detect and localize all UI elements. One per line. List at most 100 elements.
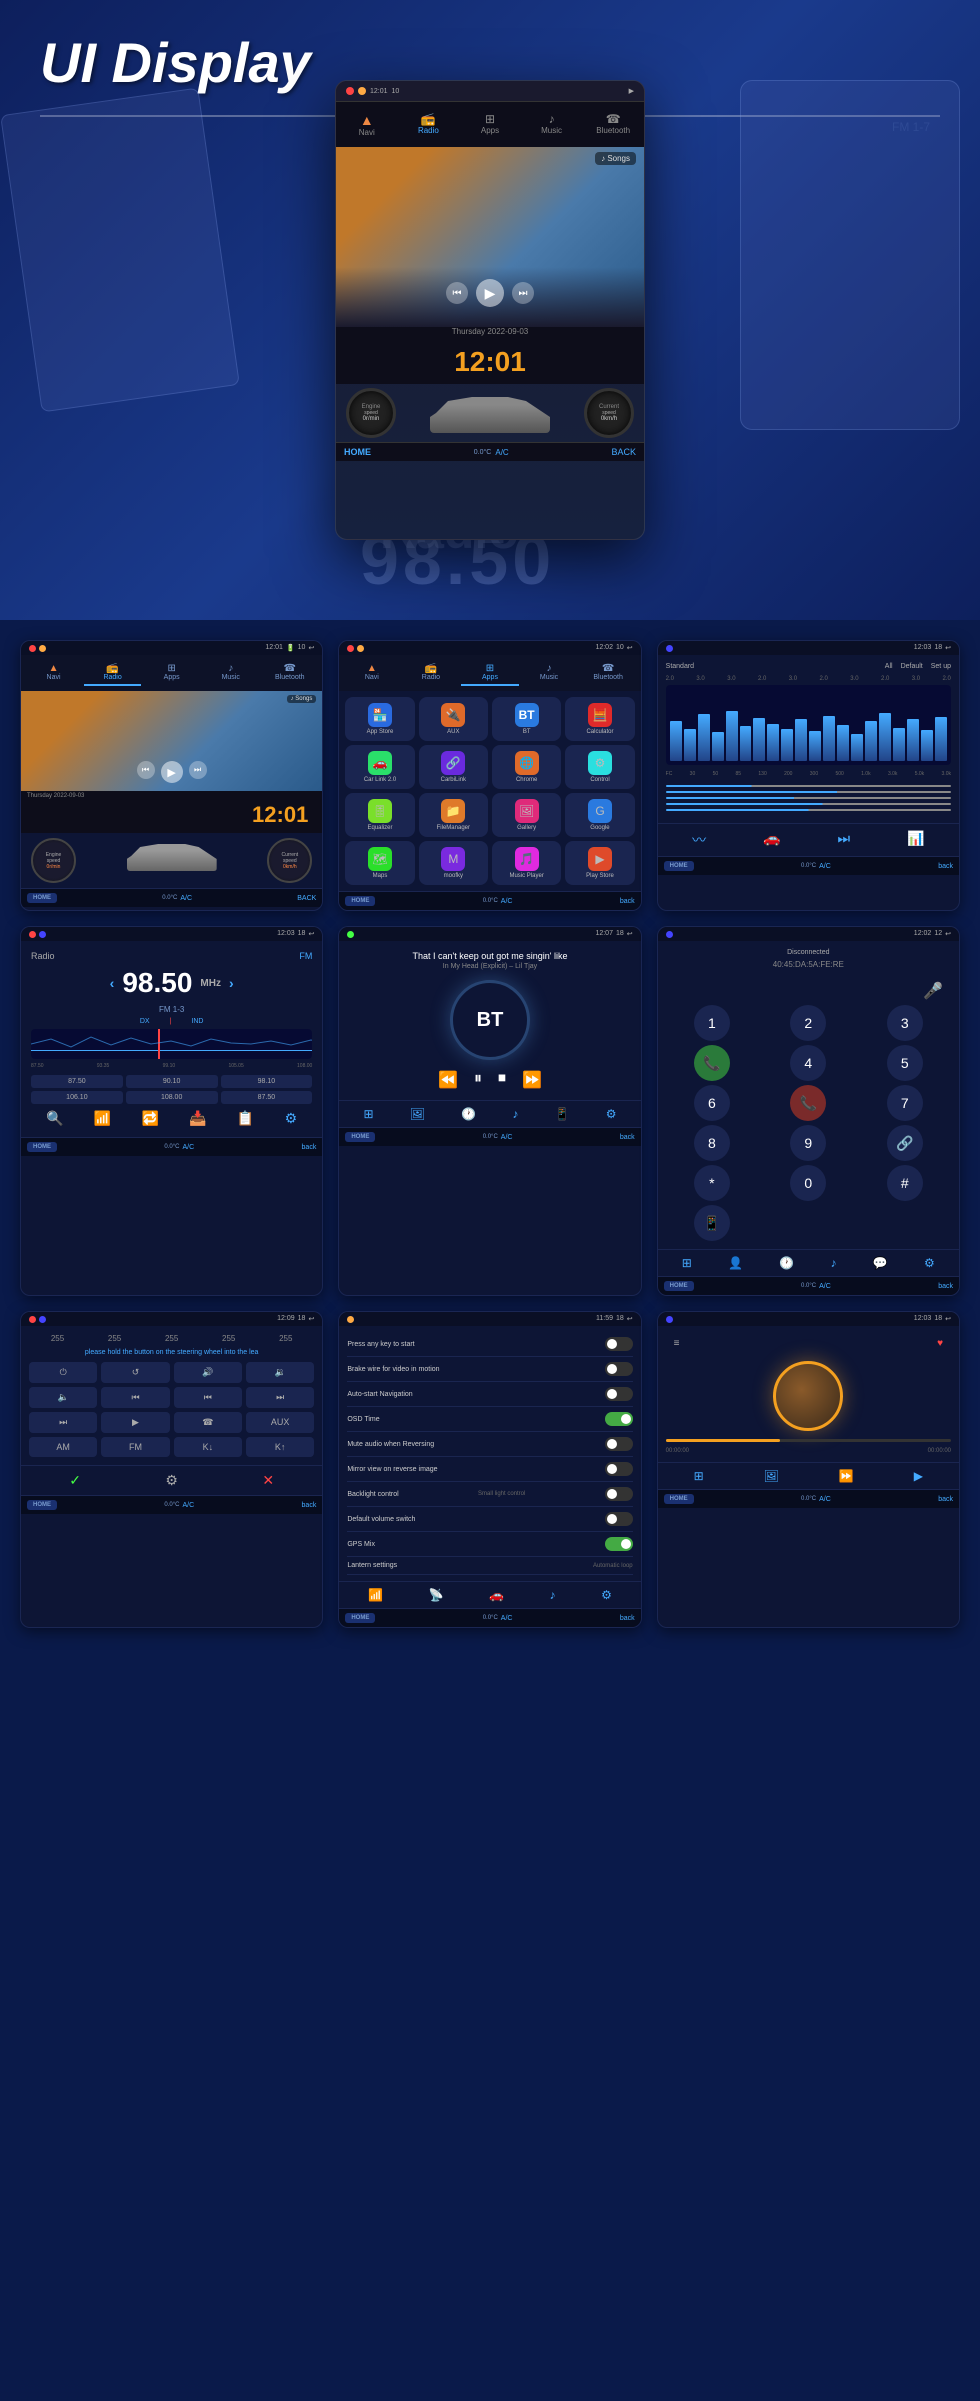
screen5-back-btn[interactable]: back	[620, 1134, 635, 1141]
dial-5[interactable]: 5	[887, 1045, 923, 1081]
eq-preset-label[interactable]: Standard	[666, 663, 694, 670]
app-maps-icon[interactable]: 🗺 Maps	[345, 841, 414, 885]
sw-prev-btn[interactable]: ⏮	[101, 1387, 169, 1408]
screen5-settings-icon[interactable]: ⚙	[606, 1107, 617, 1121]
screen2-nav-bt[interactable]: ☎ Bluetooth	[580, 660, 637, 686]
dial-end-btn[interactable]: 📞	[790, 1085, 826, 1121]
setting-6-toggle[interactable]	[605, 1462, 633, 1476]
screen1-ac-btn[interactable]: A/C	[180, 895, 192, 902]
screen1-home-btn[interactable]: HOME	[27, 893, 57, 903]
screen7-back-btn[interactable]: back	[302, 1502, 317, 1509]
radio-search-btn[interactable]: 🔍	[46, 1110, 63, 1127]
radio-nd-label[interactable]: IND	[191, 1018, 203, 1025]
screen2-back-btn[interactable]: back	[620, 898, 635, 905]
screen7-ac-btn[interactable]: A/C	[182, 1502, 194, 1509]
sw-extra2-btn[interactable]: K↑	[246, 1437, 314, 1457]
screen1-next[interactable]: ⏭	[189, 761, 207, 779]
screen8-music2-icon[interactable]: ♪	[550, 1588, 556, 1602]
sw-confirm-btn[interactable]: ✓	[69, 1472, 81, 1489]
screen2-nav-navi[interactable]: ▲ Navi	[343, 660, 400, 686]
screen3-back-btn[interactable]: back	[938, 863, 953, 870]
setting-4-toggle[interactable]	[605, 1412, 633, 1426]
dial-9[interactable]: 9	[790, 1125, 826, 1161]
screen3-home-btn[interactable]: HOME	[664, 861, 694, 871]
preset-4[interactable]: 106.10	[31, 1091, 123, 1104]
screen6-back-btn[interactable]: back	[938, 1283, 953, 1290]
radio-next-btn[interactable]: ›	[229, 975, 234, 991]
screen4-back-icon[interactable]: ↩	[308, 930, 314, 938]
app-store-icon[interactable]: 🏪 App Store	[345, 697, 414, 741]
app-bt-icon[interactable]: BT BT	[492, 697, 561, 741]
setting-9-toggle[interactable]	[605, 1537, 633, 1551]
screen6-home-btn[interactable]: HOME	[664, 1281, 694, 1291]
sw-am-btn[interactable]: AM	[29, 1437, 97, 1457]
dial-7[interactable]: 7	[887, 1085, 923, 1121]
screen5-phone-icon[interactable]: 📱	[555, 1107, 570, 1121]
setting-2-toggle[interactable]	[605, 1362, 633, 1376]
app-play-icon[interactable]: ▶ Play Store	[565, 841, 634, 885]
screen1-play[interactable]: ▶	[161, 761, 183, 783]
screen1-nav-radio[interactable]: 📻 Radio	[84, 660, 141, 686]
screen9-ac-btn[interactable]: A/C	[819, 1496, 831, 1503]
screen8-ac-btn[interactable]: A/C	[501, 1615, 513, 1622]
screen6-ac-btn[interactable]: A/C	[819, 1283, 831, 1290]
screen9-back-btn[interactable]: back	[938, 1496, 953, 1503]
screen8-back-icon[interactable]: ↩	[627, 1315, 633, 1323]
setting-7-toggle[interactable]	[605, 1487, 633, 1501]
screen7-home-btn[interactable]: HOME	[27, 1500, 57, 1510]
radio-dx-label[interactable]: DX	[140, 1018, 150, 1025]
hero-prev-btn[interactable]: ⏮	[446, 282, 468, 304]
sw-prev2-btn[interactable]: ⏮	[174, 1387, 242, 1408]
dial-2[interactable]: 2	[790, 1005, 826, 1041]
screen1-nav-apps[interactable]: ⊞ Apps	[143, 660, 200, 686]
dial-8[interactable]: 8	[694, 1125, 730, 1161]
screen4-home-btn[interactable]: HOME	[27, 1142, 57, 1152]
screen8-wifi-icon[interactable]: 📶	[368, 1588, 383, 1602]
screen8-settings2-icon[interactable]: ⚙	[601, 1588, 612, 1602]
screen9-back-icon[interactable]: ↩	[945, 1315, 951, 1323]
dial-star[interactable]: *	[694, 1165, 730, 1201]
sw-next-btn[interactable]: ⏭	[246, 1387, 314, 1408]
screen5-ac-btn[interactable]: A/C	[501, 1134, 513, 1141]
music-img-icon[interactable]: 🖼	[764, 1469, 779, 1483]
screen7-back-icon[interactable]: ↩	[308, 1315, 314, 1323]
sw-extra1-btn[interactable]: K↓	[174, 1437, 242, 1457]
dial-3[interactable]: 3	[887, 1005, 923, 1041]
screen5-home-btn[interactable]: HOME	[345, 1132, 375, 1142]
eq-slider-3[interactable]	[666, 797, 951, 799]
radio-loop-btn[interactable]: 🔁	[142, 1110, 159, 1127]
radio-prev-btn[interactable]: ‹	[110, 975, 115, 991]
setting-5-toggle[interactable]	[605, 1437, 633, 1451]
screen3-ac-btn[interactable]: A/C	[819, 863, 831, 870]
radio-signal-btn[interactable]: 📶	[94, 1110, 111, 1127]
dial-link-btn[interactable]: 🔗	[887, 1125, 923, 1161]
sw-vol-up-btn[interactable]: 🔊	[174, 1362, 242, 1383]
preset-2[interactable]: 90.10	[126, 1075, 218, 1088]
sw-next2-btn[interactable]: ⏭	[29, 1412, 97, 1433]
dial-hash[interactable]: #	[887, 1165, 923, 1201]
app-music-icon[interactable]: 🎵 Music Player	[492, 841, 561, 885]
hero-ac-btn[interactable]: A/C	[495, 448, 508, 457]
music-play2-icon[interactable]: ▶	[914, 1469, 923, 1483]
radio-settings-btn[interactable]: ⚙	[285, 1110, 298, 1127]
sw-fm-btn[interactable]: FM	[101, 1437, 169, 1457]
setting-8-toggle[interactable]	[605, 1512, 633, 1526]
sw-call-btn[interactable]: ☎	[174, 1412, 242, 1433]
screen2-ac-btn[interactable]: A/C	[501, 898, 513, 905]
preset-6[interactable]: 87.50	[221, 1091, 313, 1104]
screen6-msg-icon[interactable]: 💬	[873, 1256, 888, 1270]
hero-back-label[interactable]: BACK	[611, 447, 636, 457]
screen3-back-icon[interactable]: ↩	[945, 644, 951, 652]
dial-6[interactable]: 6	[694, 1085, 730, 1121]
sw-refresh-btn[interactable]: ↺	[101, 1362, 169, 1383]
eq-setup-btn[interactable]: Set up	[931, 663, 951, 670]
screen6-settings-icon[interactable]: ⚙	[924, 1256, 935, 1270]
app-aux-icon[interactable]: 🔌 AUX	[419, 697, 488, 741]
hero-tab-navi[interactable]: ▲ Navi	[336, 108, 398, 141]
screen5-music-icon[interactable]: ♪	[512, 1107, 518, 1121]
music-progress-bar[interactable]	[666, 1439, 951, 1442]
sw-settings-btn[interactable]: ⚙	[165, 1472, 178, 1489]
app-gallery-icon[interactable]: 🖼 Gallery	[492, 793, 561, 837]
screen5-image-icon[interactable]: 🖼	[410, 1107, 425, 1121]
sw-power-btn[interactable]: ⏻	[29, 1362, 97, 1383]
